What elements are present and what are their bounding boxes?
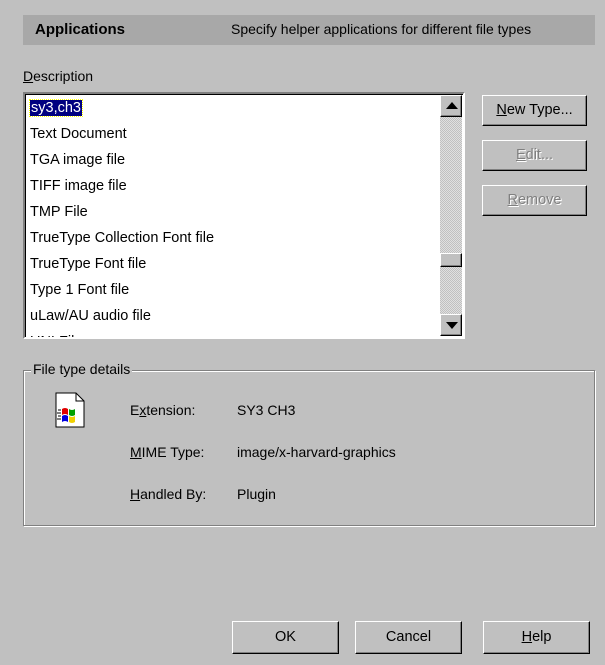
file-type-listbox[interactable]: sy3,ch3 Text Document TGA image file TIF… bbox=[23, 92, 465, 339]
section-description: Specify helper applications for differen… bbox=[231, 21, 532, 37]
list-item[interactable]: TGA image file bbox=[28, 148, 438, 174]
list-item[interactable]: Type 1 Font file bbox=[28, 278, 438, 304]
list-item[interactable]: TMP File bbox=[28, 200, 438, 226]
list-item[interactable]: TrueType Collection Font file bbox=[28, 226, 438, 252]
scroll-up-button[interactable] bbox=[440, 95, 462, 117]
handled-by-value: Plugin bbox=[237, 486, 276, 502]
mime-type-value: image/x-harvard-graphics bbox=[237, 444, 396, 460]
help-button[interactable]: Help bbox=[483, 621, 590, 654]
list-item[interactable]: TIFF image file bbox=[28, 174, 438, 200]
mime-type-label: MIME Type: bbox=[130, 444, 205, 460]
arrow-up-icon bbox=[446, 102, 458, 109]
windows-file-icon bbox=[54, 392, 86, 428]
extension-value: SY3 CH3 bbox=[237, 402, 296, 418]
remove-button[interactable]: Remove bbox=[482, 185, 587, 216]
ok-button[interactable]: OK bbox=[232, 621, 339, 654]
section-header: Applications Specify helper applications… bbox=[23, 15, 595, 45]
new-type-button[interactable]: New Type... bbox=[482, 95, 587, 126]
handled-by-label: Handled By: bbox=[130, 486, 207, 502]
list-item[interactable]: UNLFile bbox=[28, 330, 438, 337]
description-label: Description bbox=[23, 68, 94, 84]
list-item[interactable]: uLaw/AU audio file bbox=[28, 304, 438, 330]
section-title: Applications bbox=[35, 21, 126, 38]
edit-button[interactable]: Edit... bbox=[482, 140, 587, 171]
vertical-scrollbar[interactable] bbox=[440, 95, 462, 336]
extension-label: Extension: bbox=[130, 402, 196, 418]
scroll-down-button[interactable] bbox=[440, 314, 462, 336]
scrollbar-thumb[interactable] bbox=[440, 253, 462, 267]
selected-item-label: sy3,ch3 bbox=[29, 99, 83, 117]
cancel-button[interactable]: Cancel bbox=[355, 621, 462, 654]
arrow-down-icon bbox=[446, 322, 458, 329]
list-item[interactable]: TrueType Font file bbox=[28, 252, 438, 278]
file-type-details-legend: File type details bbox=[31, 361, 133, 377]
list-item[interactable]: Text Document bbox=[28, 122, 438, 148]
file-type-list: sy3,ch3 Text Document TGA image file TIF… bbox=[28, 96, 438, 337]
list-item[interactable]: sy3,ch3 bbox=[28, 96, 438, 122]
